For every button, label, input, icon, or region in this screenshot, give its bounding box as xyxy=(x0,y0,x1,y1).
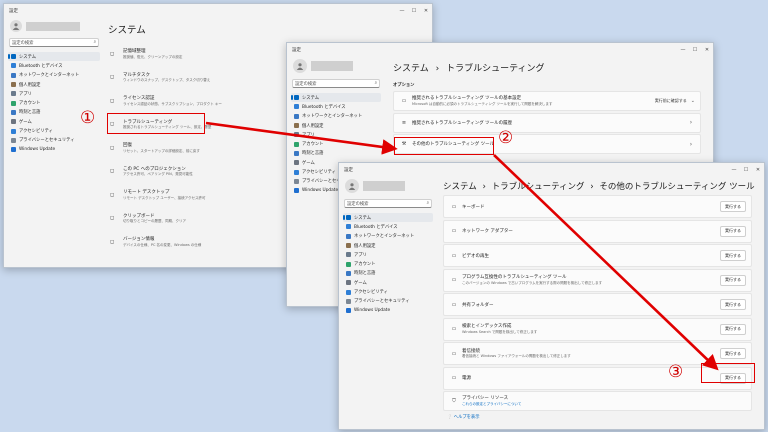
arrow-1-to-2 xyxy=(205,121,398,155)
step-2-callout: ② xyxy=(498,128,514,148)
arrow-2-to-3 xyxy=(493,154,719,371)
annotation-arrows xyxy=(205,121,719,371)
step-3-callout: ③ xyxy=(668,362,684,382)
step-1-callout: ① xyxy=(80,108,96,128)
